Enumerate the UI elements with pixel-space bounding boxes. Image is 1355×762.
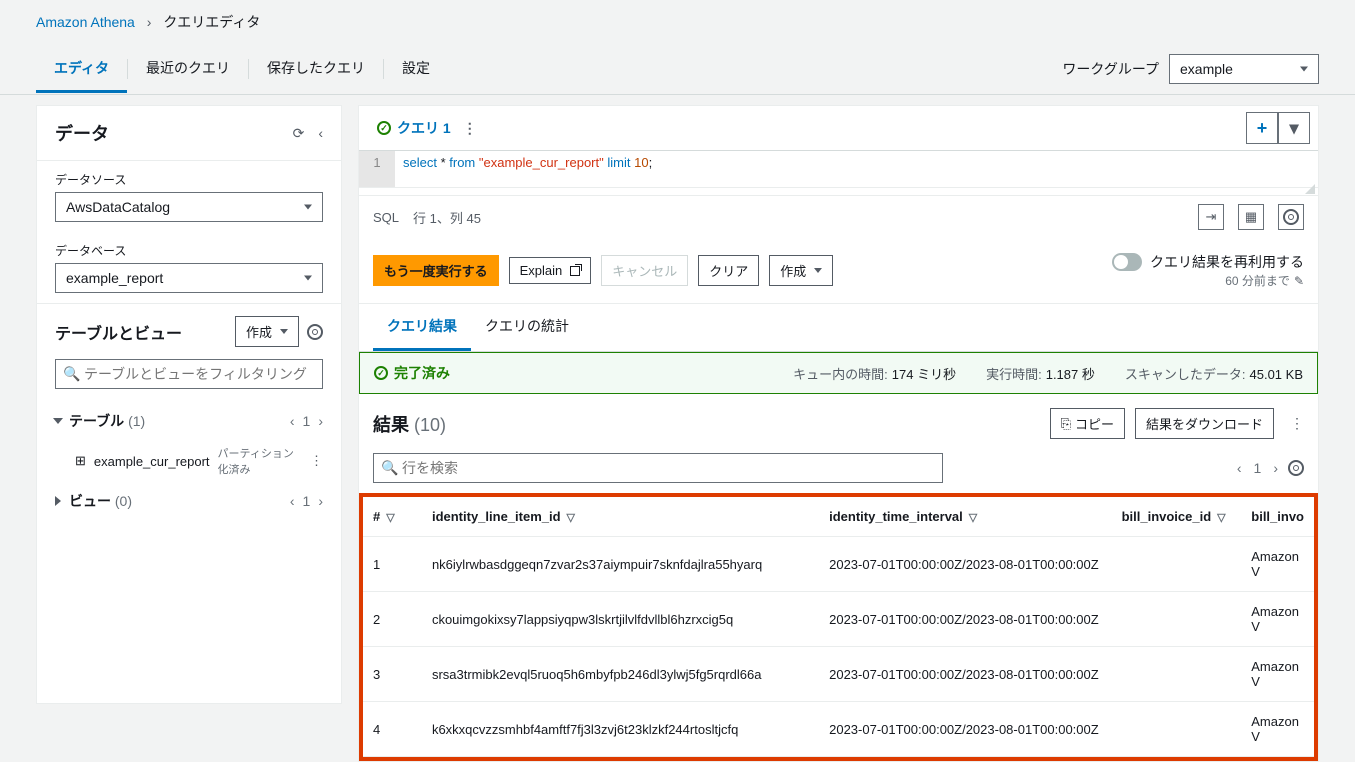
breadcrumb-current: クエリエディタ: [163, 14, 260, 30]
prev-icon[interactable]: ‹: [290, 493, 295, 509]
settings-icon[interactable]: [1278, 204, 1304, 230]
sidebar: データ ⟳ ‹ データソース AwsDataCatalog データベース exa…: [36, 105, 342, 704]
query-tab-1[interactable]: クエリ 1 ⋮: [367, 110, 487, 146]
workgroup-select[interactable]: example: [1169, 54, 1319, 84]
explain-button[interactable]: Explain: [509, 257, 592, 284]
tab-saved[interactable]: 保存したクエリ: [249, 46, 383, 93]
results-search-input[interactable]: [373, 453, 943, 483]
query-menu-button[interactable]: ▾: [1278, 112, 1310, 144]
sql-editor[interactable]: 1 select * from "example_cur_report" lim…: [359, 151, 1318, 187]
database-label: データベース: [55, 242, 323, 259]
copy-button[interactable]: ⎘ コピー: [1050, 408, 1125, 439]
chevron-down-icon[interactable]: [53, 418, 63, 424]
sql-code[interactable]: select * from "example_cur_report" limit…: [395, 151, 660, 187]
filter-icon[interactable]: ▽: [1217, 512, 1225, 524]
cancel-button: キャンセル: [601, 255, 688, 286]
cursor-pos: 行 1、列 45: [413, 208, 481, 227]
datasource-select[interactable]: AwsDataCatalog: [55, 192, 323, 222]
filter-icon[interactable]: ▽: [969, 512, 977, 524]
prev-icon[interactable]: ‹: [290, 413, 295, 429]
download-button[interactable]: 結果をダウンロード: [1135, 408, 1274, 439]
next-page-icon[interactable]: ›: [1273, 460, 1278, 476]
table-row[interactable]: 3srsa3trmibk2evql5ruoq5h6mbyfpb246dl3ylw…: [363, 647, 1314, 702]
success-icon: [374, 366, 388, 380]
tab-stats[interactable]: クエリの統計: [471, 304, 583, 351]
edit-icon[interactable]: ✎: [1294, 274, 1304, 288]
results-table-highlight: #▽ identity_line_item_id▽ identity_time_…: [359, 493, 1318, 761]
breadcrumb-sep: ›: [147, 14, 152, 30]
kebab-icon[interactable]: ⋮: [463, 120, 477, 137]
filter-input[interactable]: [55, 359, 323, 389]
table-icon: ⊞: [75, 453, 86, 469]
tab-editor[interactable]: エディタ: [36, 46, 127, 93]
tables-label: テーブル (1): [69, 411, 282, 431]
tables-header[interactable]: テーブル (1) ‹ 1 ›: [55, 403, 323, 439]
views-label: ビュー (0): [69, 491, 282, 511]
datasource-label: データソース: [55, 171, 323, 188]
reuse-label: クエリ結果を再利用する: [1150, 252, 1304, 272]
table-row[interactable]: 2ckouimgokixsy7lappsiyqpw3lskrtjilvlfdvl…: [363, 592, 1314, 647]
clear-button[interactable]: クリア: [698, 255, 759, 286]
tab-recent[interactable]: 最近のクエリ: [128, 46, 248, 93]
create-button[interactable]: 作成: [235, 316, 299, 347]
page-number: 1: [1254, 460, 1262, 476]
table-name: example_cur_report: [94, 454, 210, 469]
workgroup-label: ワークグループ: [1062, 59, 1159, 79]
tables-page: 1: [303, 413, 311, 429]
table-item[interactable]: ⊞ example_cur_report パーティション化済み ⋮: [55, 439, 323, 483]
table-row[interactable]: 1nk6iylrwbasdggeqn7zvar2s37aiympuir7sknf…: [363, 537, 1314, 592]
breadcrumb: Amazon Athena › クエリエディタ: [0, 0, 1355, 44]
results-table: #▽ identity_line_item_id▽ identity_time_…: [363, 497, 1314, 757]
status-banner: 完了済み キュー内の時間:174 ミリ秒 実行時間:1.187 秒 スキャンした…: [359, 352, 1318, 394]
format-icon[interactable]: ⇥: [1198, 204, 1224, 230]
filter-icon[interactable]: ▽: [386, 512, 394, 524]
views-header[interactable]: ビュー (0) ‹ 1 ›: [55, 483, 323, 519]
lang-label: SQL: [373, 210, 399, 225]
external-icon: [570, 266, 580, 276]
line-number: 1: [359, 151, 395, 187]
collapse-icon[interactable]: ‹: [318, 125, 323, 142]
database-select[interactable]: example_report: [55, 263, 323, 293]
add-query-button[interactable]: +: [1246, 112, 1278, 144]
resize-handle[interactable]: [359, 187, 1318, 195]
reuse-toggle[interactable]: [1112, 253, 1142, 271]
run-button[interactable]: もう一度実行する: [373, 255, 499, 286]
search-icon: 🔍: [381, 460, 398, 477]
success-icon: [377, 121, 391, 135]
breadcrumb-root[interactable]: Amazon Athena: [36, 14, 135, 30]
tab-results[interactable]: クエリ結果: [373, 304, 471, 351]
tab-settings[interactable]: 設定: [384, 46, 448, 93]
search-icon: 🔍: [63, 366, 80, 383]
refresh-icon[interactable]: ⟳: [293, 125, 305, 142]
next-icon[interactable]: ›: [318, 493, 323, 509]
chevron-right-icon[interactable]: [55, 496, 61, 506]
filter-icon[interactable]: ▽: [567, 512, 575, 524]
partition-tag: パーティション化済み: [218, 445, 296, 477]
next-icon[interactable]: ›: [318, 413, 323, 429]
results-title: 結果 (10): [373, 411, 446, 437]
kebab-icon[interactable]: ⋮: [1290, 415, 1304, 432]
prev-page-icon[interactable]: ‹: [1237, 460, 1242, 476]
reuse-sublabel: 60 分前まで: [1225, 272, 1290, 289]
table-row[interactable]: 4k6xkxqcvzzsmhbf4amftf7fj3l3zvj6t23klzkf…: [363, 702, 1314, 757]
layout-icon[interactable]: ▦: [1238, 204, 1264, 230]
sidebar-title: データ: [55, 120, 109, 146]
gear-icon[interactable]: [1288, 460, 1304, 476]
kebab-icon[interactable]: ⋮: [310, 453, 323, 469]
gear-icon[interactable]: [307, 324, 323, 340]
views-page: 1: [303, 493, 311, 509]
create-menu-button[interactable]: 作成: [769, 255, 833, 286]
main-tabs: エディタ 最近のクエリ 保存したクエリ 設定 ワークグループ example: [0, 44, 1355, 95]
tables-views-title: テーブルとビュー: [55, 320, 182, 344]
